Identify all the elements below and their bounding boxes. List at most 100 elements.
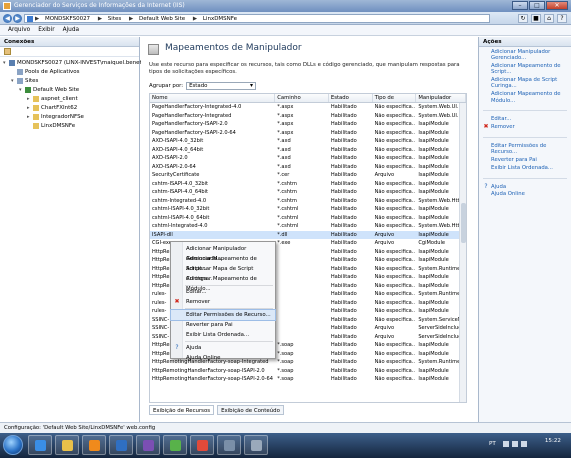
context-menu-item[interactable]: Editar... bbox=[171, 287, 275, 297]
action-link[interactable]: Reverter para Pai bbox=[491, 157, 567, 163]
table-row[interactable]: PageHandlerFactory-ISAPI-2.0 *.aspx Habili… bbox=[150, 120, 466, 129]
breadcrumb-sites[interactable]: Sites bbox=[108, 16, 121, 22]
volume-icon[interactable] bbox=[512, 441, 518, 447]
breadcrumb-server[interactable]: MONDSKFS0027 bbox=[45, 16, 90, 22]
table-row[interactable]: AXD-ISAPI-2.0 *.axd Habilitado Não especifi… bbox=[150, 154, 466, 163]
table-cell: *.axd bbox=[277, 155, 291, 161]
table-row[interactable]: SecurityCertificate *.cer Habilitado Arquiv… bbox=[150, 171, 466, 180]
connect-icon[interactable] bbox=[4, 48, 11, 55]
table-row[interactable]: cshtm-ISAPI-4.0_32bit *.cshtm Habilitado Nã… bbox=[150, 180, 466, 189]
table-row[interactable]: AXD-ISAPI-4.0_32bit *.axd Habilitado Não es… bbox=[150, 137, 466, 146]
menu-view[interactable]: Exibir bbox=[38, 25, 54, 35]
table-row[interactable]: PageHandlerFactory-Integrated *.aspx Habil… bbox=[150, 112, 466, 121]
taskbar-item[interactable] bbox=[55, 435, 79, 455]
action-edit[interactable]: Editar... bbox=[491, 116, 567, 122]
tab-content-view[interactable]: Exibição de Conteúdo bbox=[217, 405, 284, 415]
table-row[interactable]: HttpRemotingHandlerFactory-soap-ISAPI-2.… bbox=[150, 367, 466, 376]
action-help-online[interactable]: Ajuda Online bbox=[491, 191, 567, 197]
table-row[interactable]: AXD-ISAPI-2.0-64 *.axd Habilitado Não espec… bbox=[150, 163, 466, 172]
tree-node[interactable]: ▸ ChartFXInt62 bbox=[0, 104, 139, 113]
table-row[interactable]: AXD-ISAPI-4.0_64bit *.axd Habilitado Não es… bbox=[150, 146, 466, 155]
flag-icon[interactable] bbox=[521, 441, 527, 447]
action-link[interactable]: Editar Permissões de Recurso... bbox=[491, 143, 567, 156]
context-menu-item[interactable]: Adicionar Mapa de Script Curinga... bbox=[171, 264, 275, 282]
context-menu-item[interactable]: Exibir Lista Ordenada... bbox=[171, 330, 275, 340]
taskbar-item[interactable] bbox=[163, 435, 187, 455]
home-icon[interactable]: ⌂ bbox=[544, 14, 554, 23]
table-cell: ISAPI-dll bbox=[152, 231, 173, 238]
language-indicator[interactable]: PT bbox=[489, 441, 496, 447]
tree-node[interactable]: ▾ MONDSKFS0027 (LINX-INVEST\maiquel.benet… bbox=[0, 59, 151, 68]
taskbar-item[interactable] bbox=[217, 435, 241, 455]
clock[interactable]: 15:22 bbox=[545, 437, 561, 445]
forward-button[interactable]: ▶ bbox=[13, 14, 22, 23]
context-menu-item[interactable]: ✖ Remover bbox=[171, 297, 275, 307]
table-row[interactable]: cshtml-ISAPI-4.0_64bit *.cshtml Habilitado… bbox=[150, 214, 466, 223]
context-menu-item[interactable]: Ajuda Online bbox=[171, 353, 275, 363]
table-row[interactable]: cshtml-Integrated-4.0 *.cshtml Habilitado N… bbox=[150, 222, 466, 231]
context-menu-item[interactable]: Adicionar Mapeamento de Módulo... bbox=[171, 274, 275, 292]
tree-node[interactable]: LinxDMSNFe bbox=[0, 122, 139, 131]
context-menu-item[interactable]: Adicionar Manipulador Gerenciado... bbox=[171, 244, 275, 262]
tree-node[interactable]: ▾ Default Web Site bbox=[0, 86, 139, 95]
tree-node[interactable]: ▸ IntegradorNFSe bbox=[0, 113, 139, 122]
action-link[interactable]: Adicionar Mapeamento de Script... bbox=[491, 63, 567, 76]
column-path[interactable]: Caminho bbox=[275, 94, 329, 102]
taskbar-item[interactable] bbox=[82, 435, 106, 455]
context-menu-item[interactable]: Adicionar Mapeamento de Script... bbox=[171, 254, 275, 272]
breadcrumb-app[interactable]: LinxDMSNFe bbox=[203, 16, 237, 22]
action-link[interactable]: Adicionar Mapa de Script Curinga... bbox=[491, 77, 567, 90]
close-button[interactable]: ✕ bbox=[546, 1, 568, 10]
help-icon[interactable]: ? bbox=[557, 14, 567, 23]
tree-node[interactable]: ▸ aspnet_client bbox=[0, 95, 139, 104]
maximize-button[interactable]: □ bbox=[529, 1, 545, 10]
action-link[interactable]: Exibir Lista Ordenada... bbox=[491, 165, 567, 171]
actions-pane: Ações Adicionar Manipulador Gerenciado..… bbox=[478, 37, 571, 422]
table-row[interactable]: cshtm-ISAPI-4.0_64bit *.cshtm Habilitado Nã… bbox=[150, 188, 466, 197]
vertical-scrollbar[interactable] bbox=[459, 103, 466, 402]
action-link[interactable]: Adicionar Mapeamento de Módulo... bbox=[491, 91, 567, 104]
column-state[interactable]: Estado bbox=[329, 94, 373, 102]
table-row[interactable]: PageHandlerFactory-ISAPI-2.0-64 *.aspx Hab… bbox=[150, 129, 466, 138]
taskbar-item[interactable] bbox=[190, 435, 214, 455]
menu-help[interactable]: Ajuda bbox=[63, 25, 79, 35]
context-menu-item[interactable]: Reverter para Pai bbox=[171, 320, 275, 330]
action-remove-label: Remover bbox=[491, 124, 515, 131]
action-remove[interactable]: ✖ Remover bbox=[483, 124, 567, 131]
taskbar-item[interactable] bbox=[136, 435, 160, 455]
context-menu-item[interactable]: Editar Permissões de Recurso... bbox=[170, 309, 276, 321]
breadcrumb[interactable]: ▶ MONDSKFS0027 ▶ Sites ▶ Default Web Sit… bbox=[24, 14, 490, 23]
table-row[interactable]: ISAPI-dll *.dll Habilitado Arquivo IsapiModu… bbox=[150, 230, 466, 239]
tab-features-view[interactable]: Exibição de Recursos bbox=[149, 405, 215, 415]
taskbar-item[interactable] bbox=[244, 435, 268, 455]
breadcrumb-separator: ▶ bbox=[128, 16, 134, 22]
scrollbar-thumb[interactable] bbox=[461, 203, 466, 243]
column-name[interactable]: Nome bbox=[150, 94, 276, 102]
table-row[interactable]: HttpRemotingHandlerFactory-soap-ISAPI-2.… bbox=[150, 375, 466, 384]
minimize-button[interactable]: – bbox=[512, 1, 528, 10]
breadcrumb-site[interactable]: Default Web Site bbox=[139, 16, 185, 22]
table-cell: AXD-ISAPI-2.0-64 bbox=[152, 163, 196, 170]
start-button[interactable] bbox=[3, 435, 23, 455]
taskbar-item[interactable] bbox=[109, 435, 133, 455]
stop-icon[interactable]: ■ bbox=[531, 14, 541, 23]
back-button[interactable]: ◀ bbox=[3, 14, 12, 23]
network-icon[interactable] bbox=[503, 441, 509, 447]
tree-node[interactable]: ▾ Sites bbox=[0, 77, 139, 86]
action-help[interactable]: ? Ajuda bbox=[484, 183, 567, 190]
taskbar-item[interactable] bbox=[28, 435, 52, 455]
menu-file[interactable]: Arquivo bbox=[8, 25, 30, 35]
table-row[interactable]: cshtm-Integrated-4.0 *.cshtm Habilitado Não… bbox=[150, 197, 466, 206]
table-row[interactable]: cshtml-ISAPI-4.0_32bit *.cshtml Habilitado… bbox=[150, 205, 466, 214]
table-cell bbox=[275, 273, 329, 282]
column-path-type[interactable]: Tipo de Camin... bbox=[373, 94, 417, 102]
refresh-icon[interactable]: ↻ bbox=[518, 14, 528, 23]
table-row[interactable]: PageHandlerFactory-Integrated-4.0 *.aspx H… bbox=[150, 103, 466, 112]
column-handler[interactable]: Manipulador bbox=[416, 94, 466, 102]
action-link[interactable]: Adicionar Manipulador Gerenciado... bbox=[491, 49, 567, 62]
group-by-select[interactable]: Estado bbox=[186, 82, 257, 90]
tree-node[interactable]: Pools de Aplicativos bbox=[0, 68, 139, 77]
context-menu-item-label: Editar... bbox=[186, 289, 207, 295]
table-cell bbox=[275, 324, 329, 333]
context-menu-item[interactable]: ? Ajuda bbox=[171, 343, 275, 353]
